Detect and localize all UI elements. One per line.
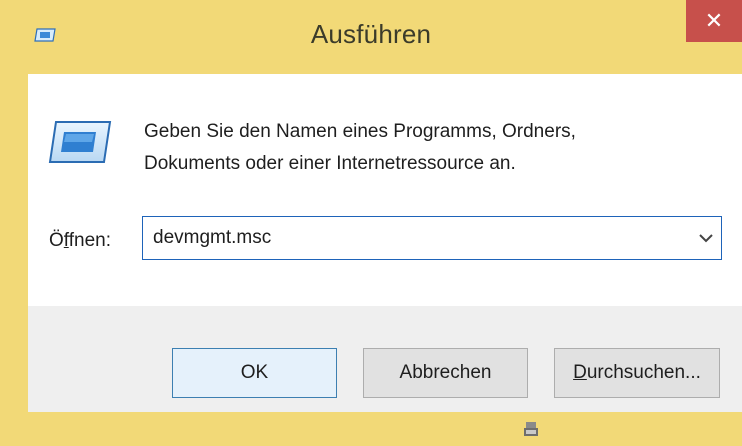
description-line-2: Dokuments oder einer Internetressource a… <box>144 153 516 174</box>
browse-button[interactable]: Durchsuchen... <box>554 348 720 398</box>
browse-button-accesskey: D <box>573 362 587 383</box>
dialog-description: Geben Sie den Namen eines Programms, Ord… <box>144 116 724 180</box>
cancel-button-label: Abbrechen <box>399 362 492 383</box>
open-input[interactable] <box>153 217 673 259</box>
ok-button-label: OK <box>240 362 269 383</box>
close-icon: ✕ <box>704 8 724 33</box>
window-title: Ausführen <box>310 19 432 49</box>
run-icon <box>48 121 112 163</box>
cancel-button[interactable]: Abbrechen <box>363 348 528 398</box>
run-dialog-window: Ausführen ✕ Geben Sie den Namen eines Pr… <box>0 0 742 446</box>
dialog-content: Geben Sie den Namen eines Programms, Ord… <box>28 74 742 306</box>
close-button[interactable]: ✕ <box>686 0 742 42</box>
resize-grip-icon[interactable] <box>520 418 542 440</box>
open-label: Öffnen: <box>49 230 111 252</box>
description-line-1: Geben Sie den Namen eines Programms, Ord… <box>144 121 576 142</box>
browse-button-label: urchsuchen... <box>586 362 701 383</box>
open-label-suffix: fnen: <box>68 230 111 251</box>
chevron-down-icon[interactable] <box>697 229 715 247</box>
ok-button[interactable]: OK <box>172 348 337 398</box>
open-combobox[interactable] <box>142 216 722 260</box>
title-bar[interactable]: Ausführen ✕ <box>0 0 742 74</box>
open-label-prefix: Ö <box>49 230 64 251</box>
